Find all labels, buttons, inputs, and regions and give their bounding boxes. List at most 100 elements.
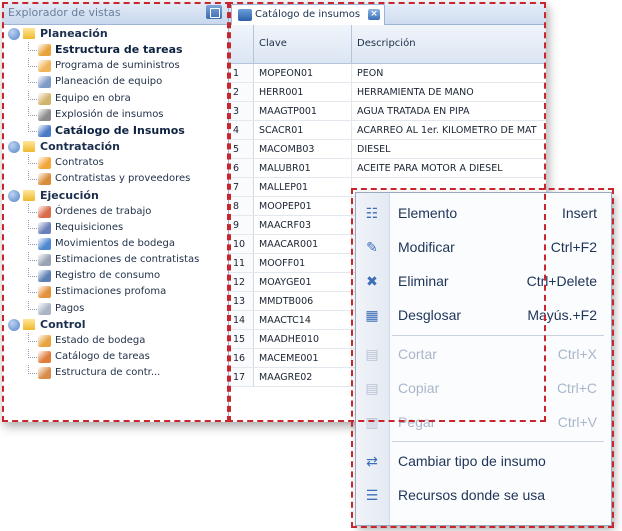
tree-item[interactable]: Estructura de tareas — [2, 42, 228, 58]
table-row[interactable]: 1 MOPEON01 PEON — [229, 64, 546, 83]
cell-divider — [351, 311, 352, 329]
row-number: 3 — [233, 106, 240, 117]
tree-item[interactable]: Catálogo de tareas — [2, 349, 228, 365]
menu-item-cut: ▤ Cortar Ctrl+X — [356, 338, 611, 371]
tab-bar: Catálogo de insumos × — [229, 2, 546, 25]
clave-cell: MOOFF01 — [259, 258, 306, 269]
tree-item[interactable]: Estado de bodega — [2, 332, 228, 349]
table-row[interactable]: 6 MALUBR01 ACEITE PARA MOTOR A DIESEL — [229, 159, 546, 178]
tree-item[interactable]: Registro de consumo — [2, 268, 228, 284]
delete-icon: ✖ — [366, 274, 378, 290]
cell-divider — [351, 197, 352, 215]
resources-icon: ☰ — [365, 488, 379, 504]
tree-item[interactable]: Contratistas y proveedores — [2, 171, 228, 187]
menu-item-copy: ▤ Copiar Ctrl+C — [356, 372, 611, 405]
menu-item-shortcut: Insert — [561, 205, 597, 221]
tree-group-label: Contratación — [40, 140, 120, 154]
explorer-header: Explorador de vistas — [2, 2, 228, 25]
column-header-clave[interactable]: Clave — [259, 38, 287, 49]
tree-item[interactable]: Pagos — [2, 300, 228, 317]
row-number-cell: 2 — [229, 83, 254, 101]
tree-item[interactable]: Contratos — [2, 155, 228, 171]
close-tab-icon[interactable]: × — [368, 9, 380, 20]
contracts-icon — [38, 157, 51, 170]
column-header-descripcion[interactable]: Descripción — [357, 38, 416, 49]
descripcion-cell: HERRAMIENTA DE MANO — [357, 87, 474, 98]
menu-item-breakdown[interactable]: ▦ Desglosar Mayús.+F2 — [356, 299, 611, 332]
tree-item[interactable]: Programa de suministros — [2, 58, 228, 74]
menu-item-resources[interactable]: ☰ Recursos donde se usa — [356, 479, 611, 512]
paste-icon: ▥ — [365, 415, 379, 431]
tree-item[interactable]: Explosión de insumos — [2, 106, 228, 123]
clave-cell: MAAGTP001 — [259, 106, 317, 117]
tree-item-label: Catálogo de tareas — [55, 351, 150, 362]
cell-divider — [351, 349, 352, 367]
tree-item-label: Estimaciones de contratistas — [55, 254, 200, 266]
tree-item-label: Equipo en obra — [55, 92, 131, 104]
row-number: 16 — [233, 353, 246, 364]
table-row[interactable]: 5 MACOMB03 DIESEL — [229, 140, 546, 159]
payments-icon — [38, 302, 51, 315]
menu-item-label: Cortar — [398, 346, 437, 362]
tree-group-3[interactable]: Control — [2, 317, 228, 333]
tree-item[interactable]: Estructura de contr... — [2, 365, 228, 381]
tree-item[interactable]: Equipo en obra — [2, 90, 228, 107]
row-number: 17 — [233, 372, 246, 383]
menu-item-shortcut: Ctrl+F2 — [550, 239, 597, 255]
menu-item-delete[interactable]: ✖ Eliminar Ctrl+Delete — [356, 265, 611, 298]
cell-divider — [351, 235, 352, 253]
menu-item-label: Eliminar — [398, 273, 449, 289]
collapse-icon[interactable] — [8, 318, 20, 331]
cell-divider — [351, 102, 352, 120]
table-row[interactable]: 2 HERR001 HERRAMIENTA DE MANO — [229, 83, 546, 102]
row-number-header — [229, 25, 254, 63]
tree-group-2[interactable]: Ejecución — [2, 188, 228, 204]
tree-item[interactable]: Estimaciones profoma — [2, 284, 228, 300]
collapse-icon[interactable] — [8, 141, 20, 154]
views-tree: Planeación Estructura de tareas Programa d… — [2, 26, 228, 381]
tree-item[interactable]: Requisiciones — [2, 219, 228, 236]
row-number: 6 — [233, 163, 240, 174]
tree-item[interactable]: Estimaciones de contratistas — [2, 252, 228, 268]
tree-connector — [28, 235, 37, 245]
tree-item[interactable]: Órdenes de trabajo — [2, 203, 228, 220]
tree-group-1[interactable]: Contratación — [2, 139, 228, 155]
pin-icon[interactable] — [206, 5, 222, 19]
collapse-icon[interactable] — [8, 28, 20, 40]
tree-item-label: Contratos — [55, 157, 104, 169]
tree-item-label: Estructura de tareas — [55, 43, 183, 56]
menu-item-label: Desglosar — [398, 307, 462, 323]
tree-connector — [28, 58, 37, 68]
table-row[interactable]: 3 MAAGTP001 AGUA TRATADA EN PIPA — [229, 102, 546, 121]
row-number-cell: 10 — [229, 235, 254, 253]
clave-cell: MACOMB03 — [259, 144, 315, 155]
menu-item-label: Modificar — [398, 239, 455, 255]
table-row[interactable]: 4 SCACR01 ACARREO AL 1er. KILOMETRO DE MAT — [229, 121, 546, 140]
tree-group-0[interactable]: Planeación — [2, 26, 228, 42]
tree-item[interactable]: Movimientos de bodega — [2, 235, 228, 252]
menu-item-label: Pegar — [398, 414, 436, 430]
clave-cell: SCACR01 — [259, 125, 304, 136]
clave-cell: MAACAR001 — [259, 239, 319, 250]
menu-item-label: Cambiar tipo de insumo — [398, 453, 546, 469]
tree-connector — [28, 42, 37, 51]
collapse-icon[interactable] — [8, 189, 20, 202]
folder-icon — [23, 28, 35, 39]
folder-icon — [23, 189, 35, 201]
menu-item-insert[interactable]: ☷ Elemento Insert — [356, 197, 611, 230]
column-divider — [351, 25, 352, 63]
tab-catalogo-insumos[interactable]: Catálogo de insumos × — [231, 4, 385, 25]
cell-divider — [351, 140, 352, 158]
tree-item-label: Estructura de contr... — [55, 367, 161, 379]
tree-item[interactable]: Catálogo de Insumos — [2, 122, 228, 139]
menu-item-shortcut: Ctrl+V — [557, 414, 597, 430]
menu-item-edit[interactable]: ✎ Modificar Ctrl+F2 — [356, 231, 611, 264]
menu-item-change-type[interactable]: ⇄ Cambiar tipo de insumo — [356, 445, 611, 478]
tree-connector — [28, 300, 37, 310]
program-icon — [38, 60, 51, 73]
proforma-icon — [38, 286, 51, 299]
tree-item[interactable]: Planeación de equipo — [2, 74, 228, 90]
cell-divider — [351, 64, 352, 82]
row-number: 2 — [233, 87, 240, 98]
warehouse-state-icon — [38, 334, 51, 347]
